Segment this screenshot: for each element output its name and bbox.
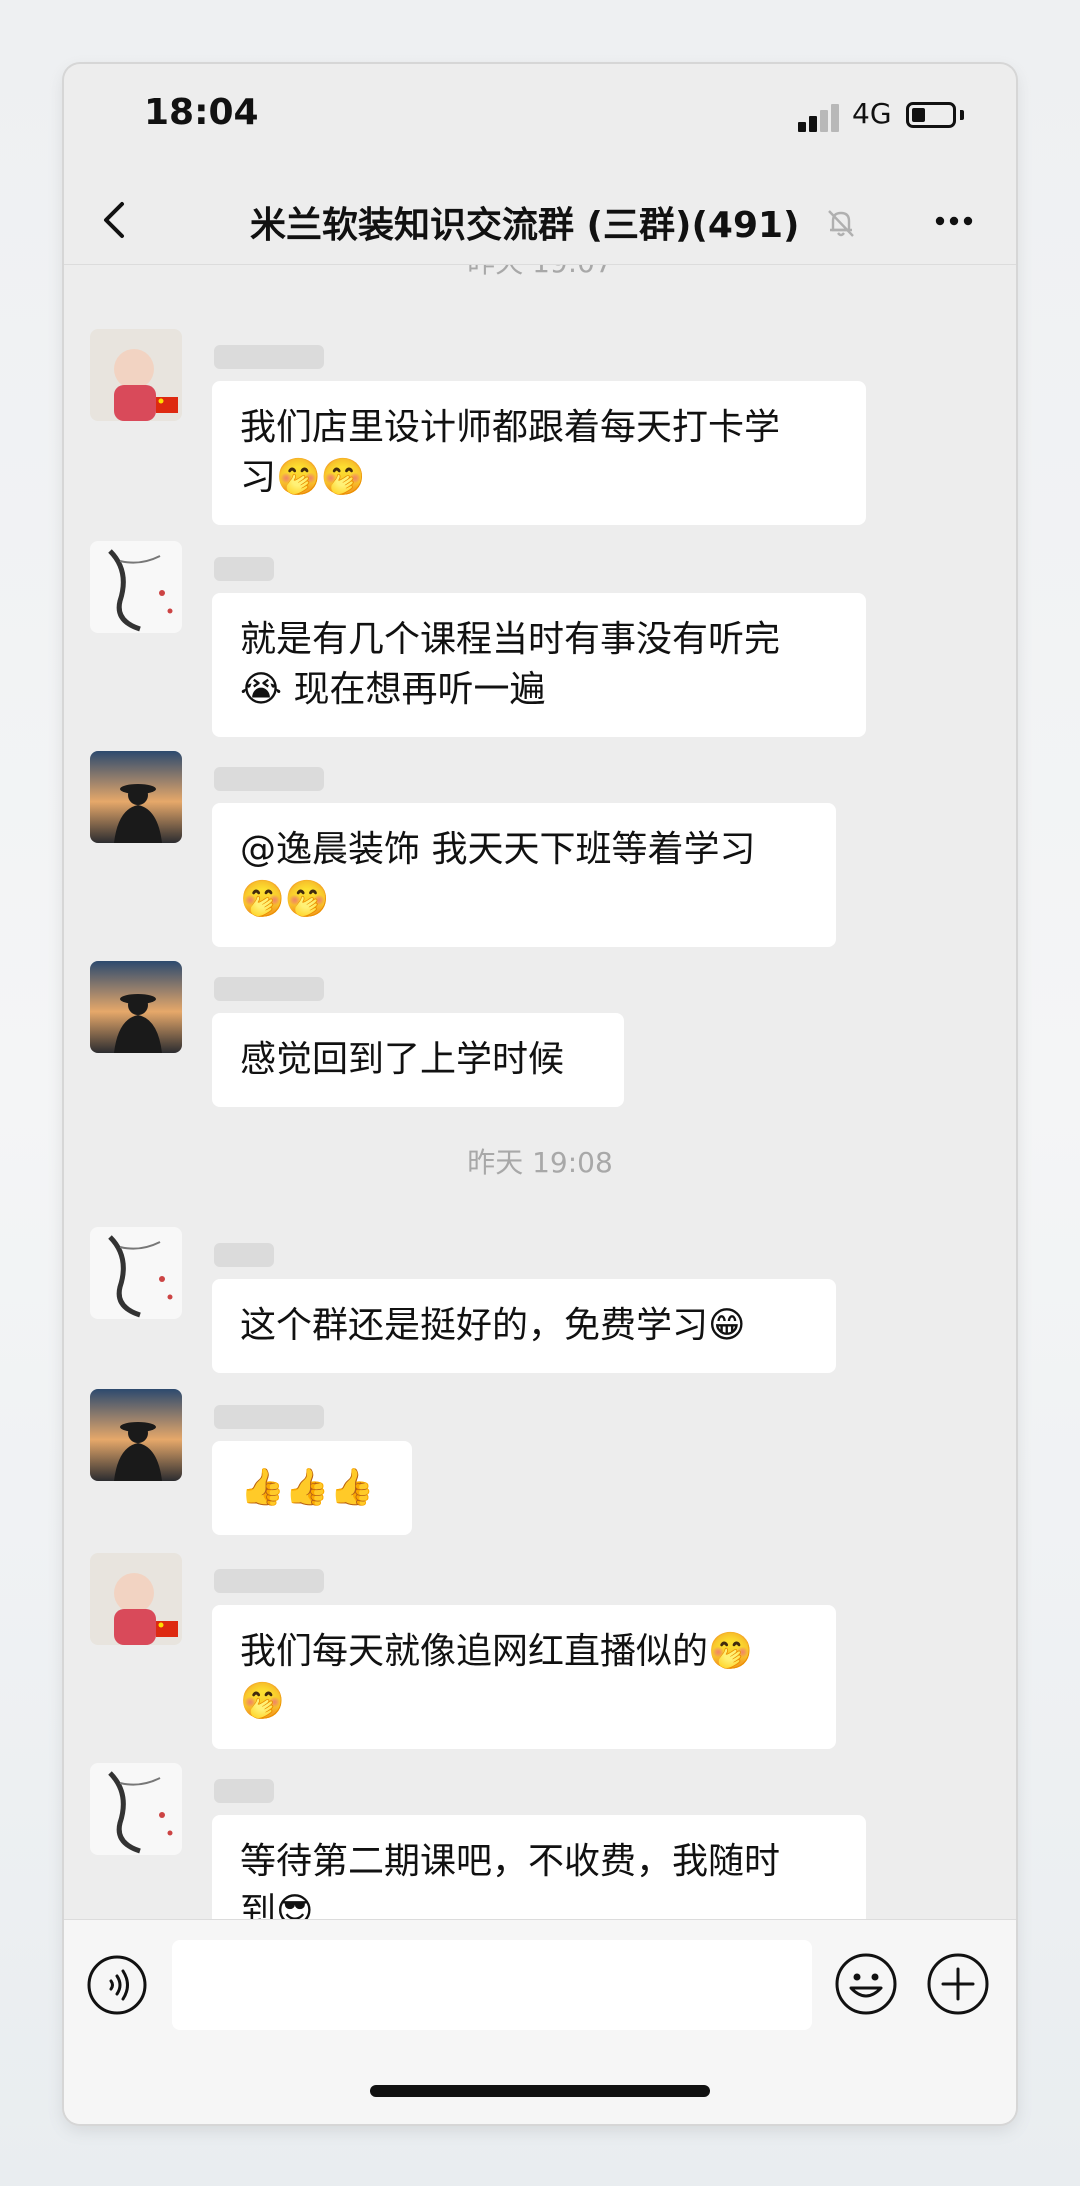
sender-name [214,1569,324,1593]
more-options-icon[interactable] [924,196,984,246]
input-bar [64,1919,1016,2124]
sender-name [214,557,274,581]
network-type: 4G [852,97,892,130]
message-bubble[interactable]: 这个群还是挺好的，免费学习😁 [212,1279,836,1373]
timestamp-divider: 昨天 19:08 [467,1146,613,1179]
home-indicator[interactable] [370,2085,710,2097]
message-bubble[interactable]: 感觉回到了上学时候 [212,1013,624,1107]
baby-photo-avatar[interactable] [90,329,182,421]
battery-icon [906,102,956,128]
ink-painting-avatar[interactable] [90,1763,182,1855]
ink-painting-avatar[interactable] [90,1227,182,1319]
message-list[interactable]: 昨天 19:07 我们店里设计师都跟着每天打卡学 习🤭🤭 就是有几个课程当时有事… [64,265,1016,1919]
message-bubble[interactable]: 就是有几个课程当时有事没有听完 😭 现在想再听一遍 [212,593,866,737]
sunset-man-avatar[interactable] [90,1389,182,1481]
message-bubble[interactable]: 等待第二期课吧，不收费，我随时 到😎 [212,1815,866,1919]
battery-tip [960,110,964,120]
sender-name [214,1779,274,1803]
sunset-man-avatar[interactable] [90,751,182,843]
message-bubble[interactable]: 我们每天就像追网红直播似的🤭 🤭 [212,1605,836,1749]
signal-icon [798,104,842,132]
plus-icon[interactable] [926,1952,990,2016]
status-bar: 18:04 4G [64,64,1016,174]
message-input[interactable] [172,1940,812,2030]
ink-painting-avatar[interactable] [90,541,182,633]
back-icon[interactable] [88,192,144,248]
message-bubble[interactable]: 👍👍👍 [212,1441,412,1535]
sender-name [214,977,324,1001]
chat-title: 米兰软装知识交流群 (三群)(491) [250,205,800,246]
voice-input-icon[interactable] [86,1954,148,2016]
timestamp-top: 昨天 19:07 [64,265,1016,281]
chat-header: 米兰软装知识交流群 (三群)(491) [64,174,1016,264]
message-bubble[interactable]: 我们店里设计师都跟着每天打卡学 习🤭🤭 [212,381,866,525]
muted-bell-icon [828,210,854,237]
sender-name [214,345,324,369]
sunset-man-avatar[interactable] [90,961,182,1053]
message-bubble[interactable]: @逸晨装饰 我天天下班等着学习 🤭🤭 [212,803,836,947]
phone-screen: 18:04 4G 米兰软装知识交流群 (三群)(491) 昨天 19:07 [64,64,1016,2124]
sender-name [214,1405,324,1429]
baby-photo-avatar[interactable] [90,1553,182,1645]
sender-name [214,1243,274,1267]
emoji-icon[interactable] [834,1952,898,2016]
sender-name [214,767,324,791]
status-time: 18:04 [144,92,259,133]
